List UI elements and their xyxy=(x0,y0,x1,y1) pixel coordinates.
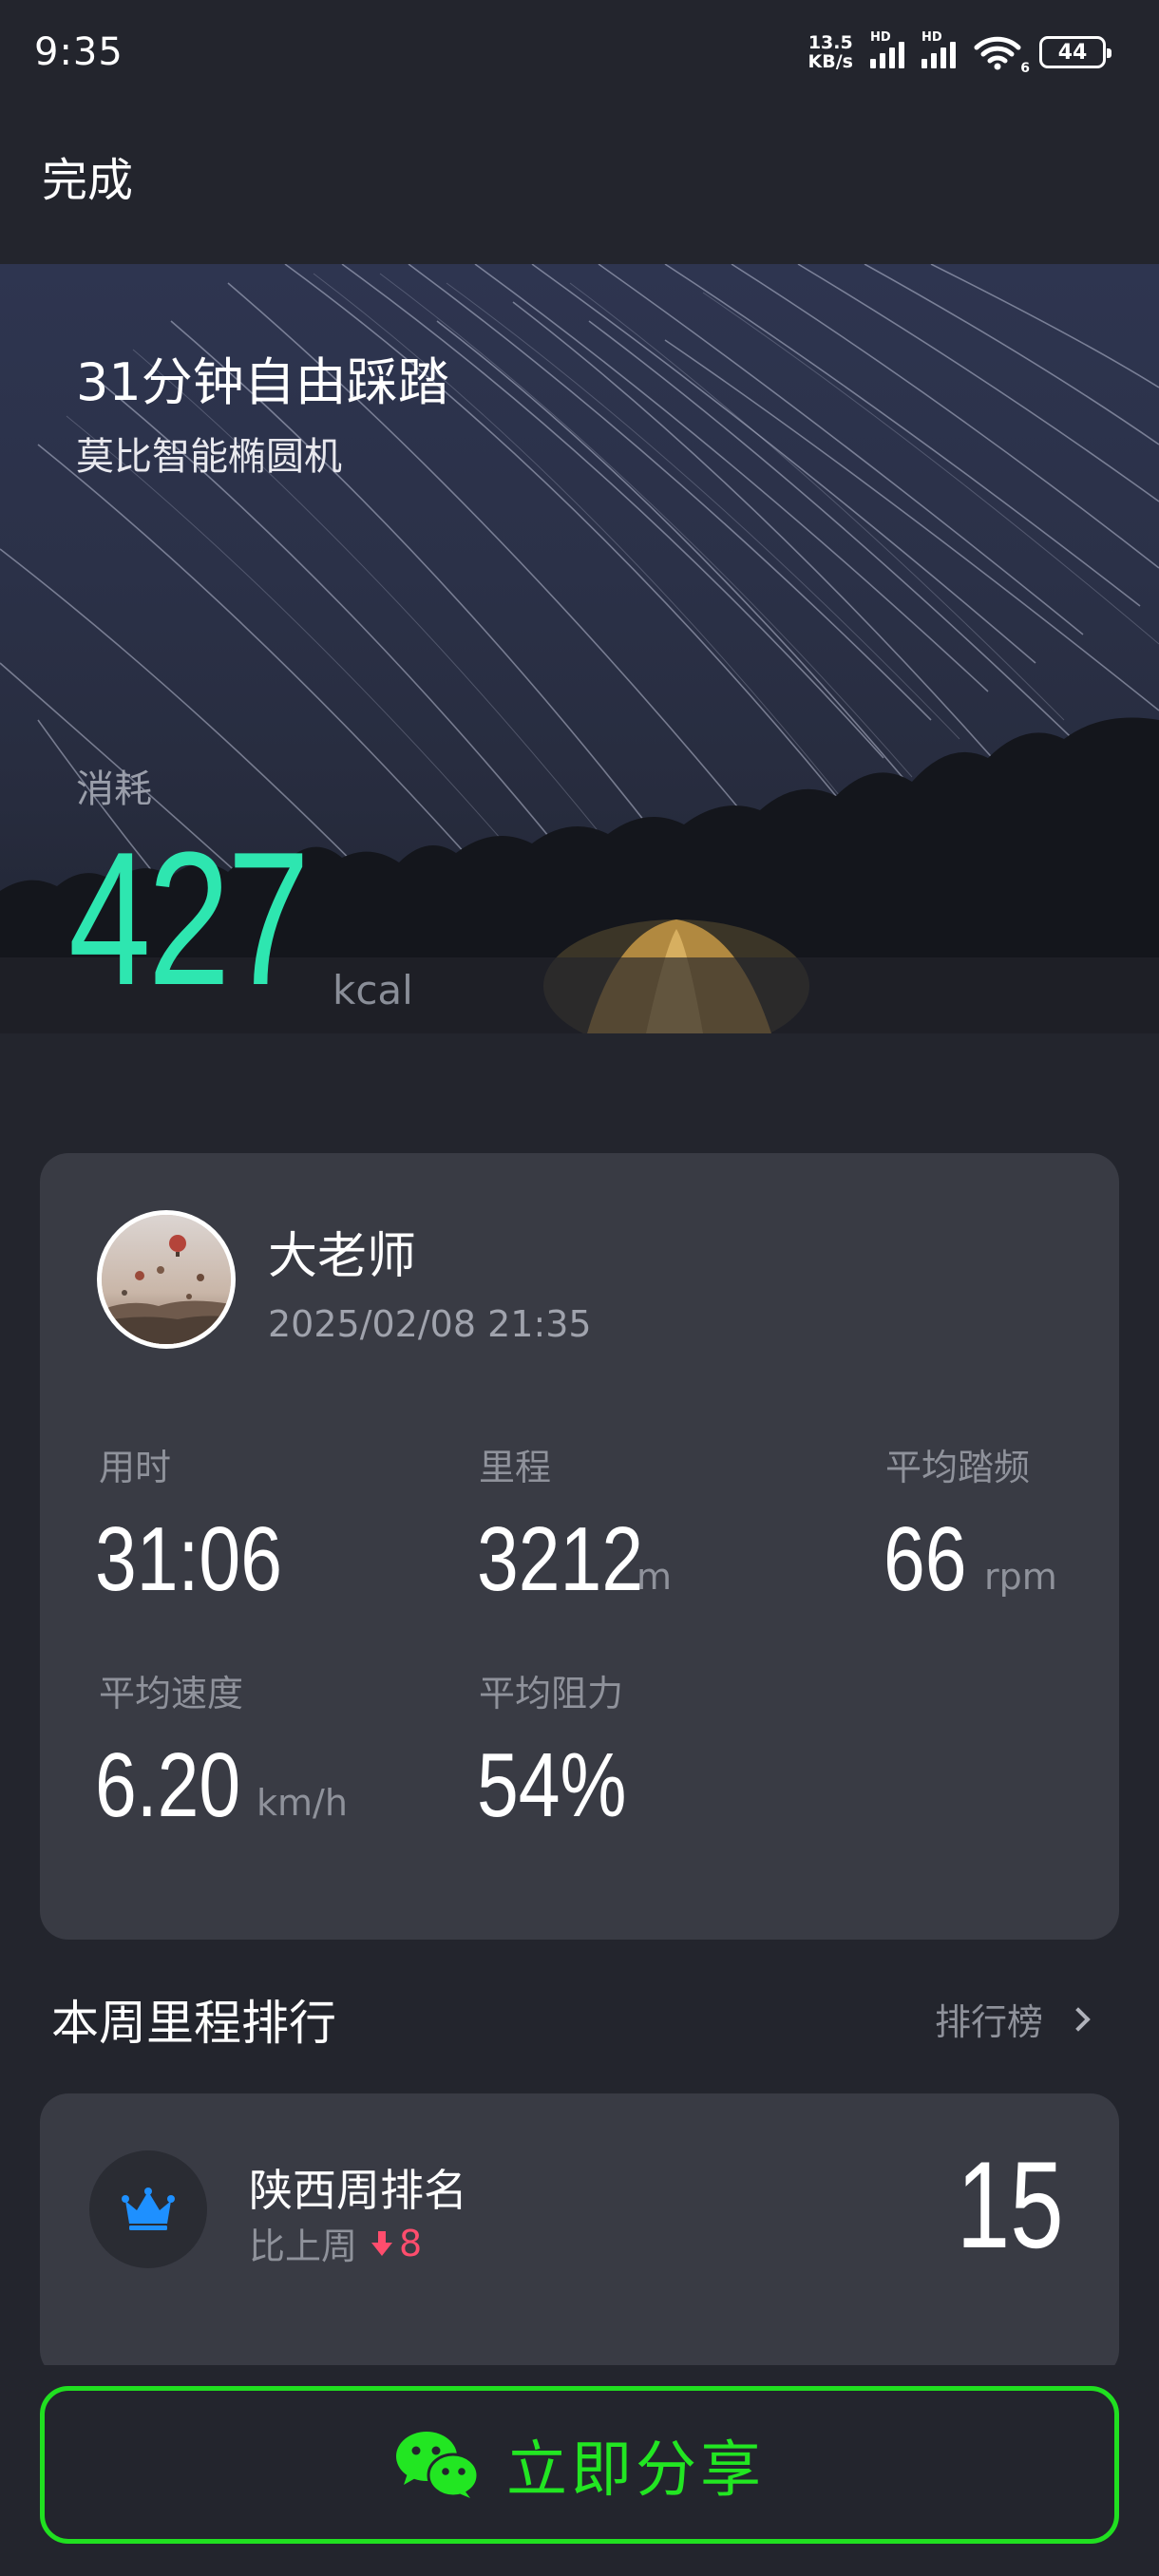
metric-speed-label: 平均速度 xyxy=(99,1673,244,1714)
share-button[interactable]: 立即分享 xyxy=(40,2386,1119,2544)
rank-compare-label: 比上周 xyxy=(249,2226,358,2267)
weekly-ranking-title: 本周里程排行 xyxy=(51,1996,336,2051)
avatar[interactable] xyxy=(97,1210,236,1349)
arrow-down-icon xyxy=(371,2230,393,2256)
metric-cadence-unit: rpm xyxy=(984,1556,1057,1598)
signal-icon-2: HD xyxy=(922,30,956,68)
network-speed-unit: KB/s xyxy=(808,51,853,72)
signal-hd-label: HD xyxy=(870,30,891,45)
metric-speed-unit: km/h xyxy=(256,1782,348,1824)
status-icons: 13.5 KB/s HD HD 6 44 xyxy=(808,30,1112,76)
metric-duration-value: 31:06 xyxy=(95,1508,282,1610)
status-bar: 9:35 13.5 KB/s HD HD 6 44 xyxy=(0,0,1159,104)
metric-cadence-label: 平均踏频 xyxy=(885,1447,1031,1488)
hot-air-balloon-avatar-image xyxy=(102,1215,231,1344)
signal-hd-label-2: HD xyxy=(922,30,942,45)
rank-card[interactable]: 陕西周排名 比上周 8 15 xyxy=(40,2093,1119,2378)
network-speed-value: 13.5 xyxy=(808,32,853,53)
crown-icon-badge xyxy=(89,2150,207,2268)
calorie-label: 消耗 xyxy=(76,767,152,811)
leaderboard-link-label: 排行榜 xyxy=(934,2001,1043,2043)
wechat-icon xyxy=(396,2432,480,2498)
crown-icon xyxy=(122,2188,175,2230)
metric-resistance-label: 平均阻力 xyxy=(479,1673,624,1714)
wifi-label: 6 xyxy=(1020,61,1030,76)
metric-distance-label: 里程 xyxy=(479,1447,552,1488)
done-button[interactable]: 完成 xyxy=(42,142,133,209)
rank-change-value: 8 xyxy=(399,2222,423,2264)
user-name: 大老师 xyxy=(268,1228,417,1285)
province-rank-title: 陕西周排名 xyxy=(249,2165,467,2216)
calorie-value: 427 xyxy=(68,813,310,1025)
metric-duration-label: 用时 xyxy=(99,1447,172,1488)
chevron-right-icon xyxy=(1066,2006,1091,2032)
battery-level: 44 xyxy=(1057,40,1088,65)
rank-compare: 比上周 8 xyxy=(249,2217,422,2269)
signal-icon: HD xyxy=(870,30,904,68)
status-time: 9:35 xyxy=(34,30,124,74)
calorie-unit: kcal xyxy=(332,967,413,1013)
network-speed: 13.5 KB/s xyxy=(808,33,853,71)
metric-cadence-value: 66 xyxy=(884,1508,967,1610)
metric-distance-unit: m xyxy=(636,1556,673,1598)
metric-speed-value: 6.20 xyxy=(95,1734,241,1836)
device-name: 莫比智能椭圆机 xyxy=(76,435,342,479)
wifi-icon: 6 xyxy=(973,34,1030,76)
metric-distance-value: 3212 xyxy=(477,1508,644,1610)
rank-number: 15 xyxy=(957,2135,1064,2274)
battery-icon: 44 xyxy=(1039,36,1112,68)
leaderboard-link[interactable]: 排行榜 xyxy=(934,1993,1091,2045)
workout-summary-card: 大老师 2025/02/08 21:35 用时 31:06 里程 3212 m … xyxy=(40,1153,1119,1940)
share-button-label: 立即分享 xyxy=(506,2435,765,2506)
workout-datetime: 2025/02/08 21:35 xyxy=(268,1303,592,1345)
workout-title: 31分钟自由踩踏 xyxy=(76,352,449,412)
hero-banner: 31分钟自由踩踏 莫比智能椭圆机 消耗 427 kcal xyxy=(0,264,1159,1033)
metric-resistance-value: 54% xyxy=(477,1734,627,1836)
rank-change: 8 xyxy=(370,2223,422,2264)
